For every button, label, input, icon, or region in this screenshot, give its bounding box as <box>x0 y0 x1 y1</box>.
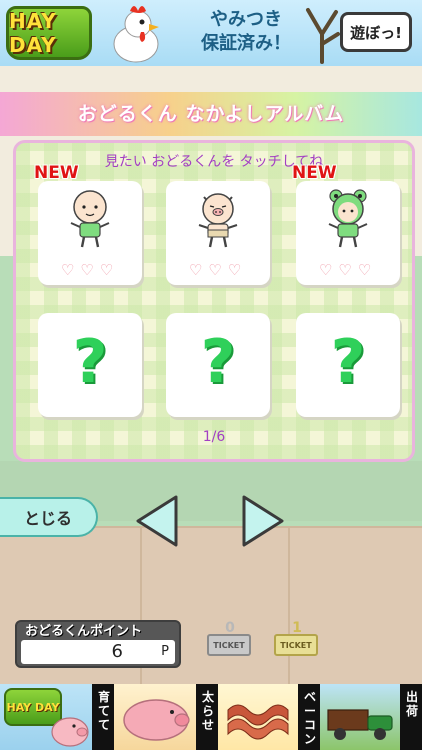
ad-label-ship: 出荷 <box>405 690 418 718</box>
bacon-icon <box>227 704 289 740</box>
ad-label-bacon: ベーコン <box>303 690 316 746</box>
ticket-icon: TICKET <box>274 634 318 656</box>
album-card-frog-boy[interactable]: NEW ♡♡♡ <box>292 163 400 285</box>
points-label: おどるくんポイント <box>25 624 143 639</box>
top-banner-ad[interactable]: HAY DAY やみつき 保証済み！ 遊ぼっ! <box>0 0 422 66</box>
truck-icon <box>327 709 393 740</box>
ad-headline-line1: やみつき <box>210 9 282 30</box>
heart-rating: ♡♡♡ <box>188 261 248 279</box>
pig-boy-icon <box>198 193 238 248</box>
ticket-icon: TICKET <box>207 634 251 656</box>
frog-boy-icon <box>328 189 368 248</box>
bottom-banner-ad[interactable]: HAY DAY 育てて 太らせ ベーコン 出荷 <box>0 684 422 750</box>
hayday-logo-text: HAY DAY <box>9 9 57 57</box>
album-card-bald-boy[interactable]: NEW ♡♡♡ <box>34 163 142 285</box>
album-card-locked[interactable]: ? <box>296 313 400 417</box>
ticket-silver: 0 TICKET <box>205 620 255 666</box>
album-card-locked[interactable]: ? <box>38 313 142 417</box>
points-field: 6 P <box>21 640 175 664</box>
ad-label-fatten: 太らせ <box>201 690 214 732</box>
question-mark-icon: ? <box>72 327 108 397</box>
heart-rating: ♡♡♡ <box>318 261 378 279</box>
triangle-left-icon[interactable] <box>134 493 180 549</box>
ad-cell-pig <box>114 684 196 750</box>
fat-pig-icon <box>123 699 190 741</box>
ad-cell-bacon <box>218 684 298 750</box>
question-mark-icon: ? <box>330 327 366 397</box>
new-badge: NEW <box>292 163 337 183</box>
twig-icon <box>306 8 340 64</box>
ticket-gold: 1 TICKET <box>272 620 322 666</box>
ad-cell-logo: HAY DAY <box>0 684 92 750</box>
bald-boy-icon <box>70 190 110 248</box>
page-indicator: 1/6 <box>202 429 226 445</box>
question-mark-icon: ? <box>200 327 236 397</box>
album-title: おどるくん なかよしアルバム <box>77 103 345 125</box>
points-panel: おどるくんポイント 6 P <box>15 620 181 668</box>
hayday-logo: HAY DAY <box>6 6 92 60</box>
album-panel: 見たい おどるくんを タッチしてね NEW ♡♡♡ ♡♡♡ NEW ♡♡♡ ? … <box>13 140 415 462</box>
points-unit: P <box>161 644 169 659</box>
new-badge: NEW <box>34 163 79 183</box>
points-value: 6 <box>111 641 123 662</box>
pig-icon <box>51 717 89 747</box>
ad-cell-truck <box>320 684 400 750</box>
ad-headline-line2: 保証済み！ <box>201 33 291 54</box>
ad-headline: やみつき 保証済み！ <box>186 8 306 56</box>
ad-label-raise: 育てて <box>97 690 110 732</box>
album-card-pig-boy[interactable]: ♡♡♡ <box>166 181 270 285</box>
chicken-icon <box>113 6 159 63</box>
close-button[interactable]: とじる <box>0 497 98 537</box>
album-card-locked[interactable]: ? <box>166 313 270 417</box>
ad-play-button[interactable]: 遊ぼっ! <box>340 12 412 52</box>
heart-rating: ♡♡♡ <box>60 261 120 279</box>
album-title-bar: おどるくん なかよしアルバム <box>0 92 422 136</box>
triangle-right-icon[interactable] <box>240 493 286 549</box>
